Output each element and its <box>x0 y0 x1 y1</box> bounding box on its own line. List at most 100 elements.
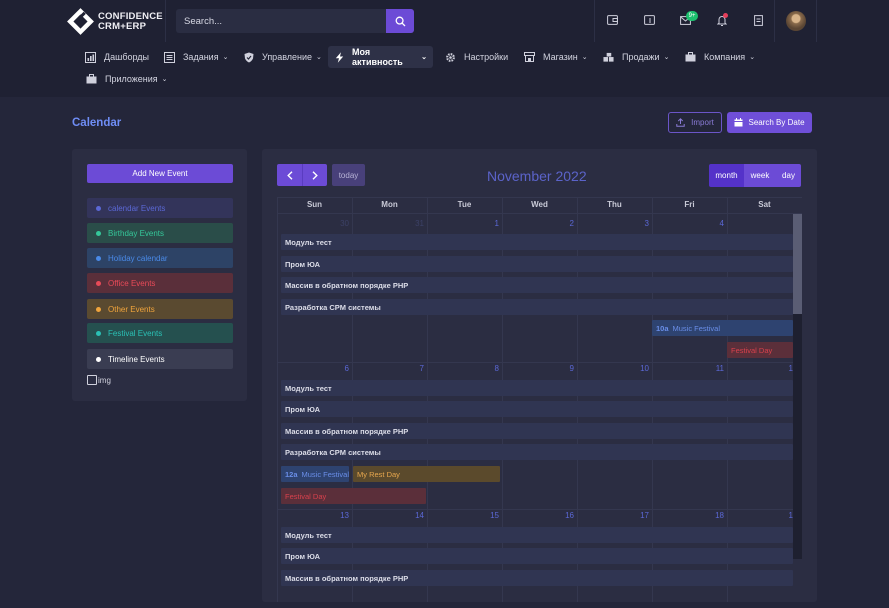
img-checkbox-row[interactable]: img <box>87 375 111 385</box>
event-label: Festival Events <box>108 328 163 338</box>
event-time: 12a <box>285 469 298 479</box>
import-label: Import <box>691 118 714 127</box>
scrollbar-thumb[interactable] <box>793 214 802 314</box>
external-event-birthday[interactable]: Birthday Events <box>87 223 233 243</box>
nav-label: Моя активность <box>352 47 403 67</box>
calendar-event[interactable]: Разработка CPM системы <box>281 299 793 315</box>
document-icon[interactable] <box>750 12 766 28</box>
briefcase-icon <box>86 74 97 85</box>
day-number[interactable]: 3 <box>579 219 649 228</box>
add-new-event-button[interactable]: Add New Event <box>87 164 233 183</box>
calendar-event[interactable]: 10a Music Festival <box>652 320 793 336</box>
day-number[interactable]: 4 <box>654 219 724 228</box>
nav-item-sales[interactable]: Продажи ⌄ <box>597 46 675 68</box>
next-button[interactable] <box>302 164 327 186</box>
day-number[interactable]: 13 <box>279 511 349 520</box>
calendar-event[interactable]: Массив в обратном порядке PHP <box>281 423 793 439</box>
nav-label: Задания <box>183 52 219 62</box>
nav-item-settings[interactable]: Настройки <box>439 46 514 68</box>
dot-icon <box>96 330 101 336</box>
day-number[interactable]: 15 <box>429 511 499 520</box>
nav-item-management[interactable]: Управление ⌄ <box>237 46 328 68</box>
wallet-icon[interactable] <box>604 12 620 28</box>
gear-icon <box>445 52 456 63</box>
dot-icon <box>96 356 101 362</box>
calendar-event[interactable]: Модуль тест <box>281 527 793 543</box>
day-number[interactable]: 1 <box>723 511 793 520</box>
import-button[interactable]: Import <box>668 112 722 133</box>
external-event-holiday[interactable]: Holiday calendar <box>87 248 233 268</box>
search-box <box>176 9 414 33</box>
external-event-festival[interactable]: Festival Events <box>87 323 233 343</box>
grid-line <box>277 197 278 602</box>
day-number[interactable]: 2 <box>504 219 574 228</box>
event-label: Office Events <box>108 278 156 288</box>
calendar-event[interactable]: Массив в обратном порядке PHP <box>281 277 793 293</box>
dot-icon <box>96 306 101 312</box>
brand-logo[interactable]: CONFIDENCE CRM+ERP <box>67 8 163 35</box>
calendar-event[interactable]: 12a Music Festival <box>281 466 349 482</box>
nav-item-tasks[interactable]: Задания ⌄ <box>158 46 234 68</box>
event-label: Holiday calendar <box>108 253 168 263</box>
external-event-office[interactable]: Office Events <box>87 273 233 293</box>
day-number[interactable]: 30 <box>279 219 349 228</box>
calendar-event[interactable]: Массив в обратном порядке PHP <box>281 570 793 586</box>
nav-item-dashboards[interactable]: Дашборды <box>79 46 155 68</box>
view-day-button[interactable]: day <box>776 164 801 187</box>
calendar-event[interactable]: Пром ЮА <box>281 548 793 564</box>
event-title: Music Festival <box>301 469 349 479</box>
nav-item-store[interactable]: Магазин ⌄ <box>518 46 594 68</box>
calendar-event[interactable]: Разработка CPM системы <box>281 444 793 460</box>
calendar-event[interactable]: Festival Day <box>727 342 793 358</box>
list-icon <box>164 51 175 63</box>
search-by-date-button[interactable]: Search By Date <box>727 112 812 133</box>
calendar-event[interactable]: Festival Day <box>281 488 426 504</box>
bolt-icon <box>334 51 344 63</box>
external-event-other[interactable]: Other Events <box>87 299 233 319</box>
checkbox[interactable] <box>87 375 97 385</box>
brand-name-line1: CONFIDENCE <box>98 10 163 22</box>
nav-item-my-activity[interactable]: Моя активность ⌄ <box>328 46 433 68</box>
calendar-event[interactable]: My Rest Day <box>353 466 500 482</box>
day-number[interactable]: 6 <box>279 364 349 373</box>
day-number[interactable]: 17 <box>579 511 649 520</box>
search-input[interactable] <box>176 9 387 33</box>
today-button[interactable]: today <box>332 164 365 186</box>
day-number[interactable]: 9 <box>504 364 574 373</box>
dot-icon <box>96 230 101 236</box>
day-number[interactable]: 1 <box>723 364 793 373</box>
briefcase-icon <box>685 52 696 63</box>
day-number[interactable]: 11 <box>654 364 724 373</box>
notification-dot <box>723 13 728 18</box>
chevron-down-icon: ⌄ <box>421 54 427 61</box>
day-number[interactable]: 16 <box>504 511 574 520</box>
prev-button[interactable] <box>277 164 302 186</box>
nav-item-apps[interactable]: Приложения ⌄ <box>80 68 174 90</box>
day-number[interactable]: 8 <box>429 364 499 373</box>
calendar-event[interactable]: Пром ЮА <box>281 256 793 272</box>
external-event-calendar[interactable]: calendar Events <box>87 198 233 218</box>
day-number[interactable]: 10 <box>579 364 649 373</box>
day-number[interactable]: 31 <box>354 219 424 228</box>
view-week-button[interactable]: week <box>744 164 776 187</box>
weekday-header: Mon <box>381 200 398 209</box>
view-month-button[interactable]: month <box>709 164 744 187</box>
day-number[interactable]: 1 <box>429 219 499 228</box>
search-button[interactable] <box>386 9 414 33</box>
calendar-event[interactable]: Пром ЮА <box>281 401 793 417</box>
event-label: calendar Events <box>108 203 166 213</box>
day-number[interactable]: 14 <box>354 511 424 520</box>
avatar[interactable] <box>786 11 806 31</box>
card-icon[interactable] <box>641 12 657 28</box>
calendar-event[interactable]: Модуль тест <box>281 234 793 250</box>
calendar-card: today November 2022 month week day Sun M… <box>262 149 817 602</box>
weekday-header: Thu <box>607 200 622 209</box>
nav-label: Приложения <box>105 74 158 84</box>
day-number[interactable]: 7 <box>354 364 424 373</box>
nav-item-company[interactable]: Компания ⌄ <box>679 46 761 68</box>
calendar-event[interactable]: Модуль тест <box>281 380 793 396</box>
chevron-down-icon: ⌄ <box>161 76 168 83</box>
day-number[interactable]: 18 <box>654 511 724 520</box>
weekday-header: Sat <box>758 200 771 209</box>
external-event-timeline[interactable]: Timeline Events <box>87 349 233 369</box>
